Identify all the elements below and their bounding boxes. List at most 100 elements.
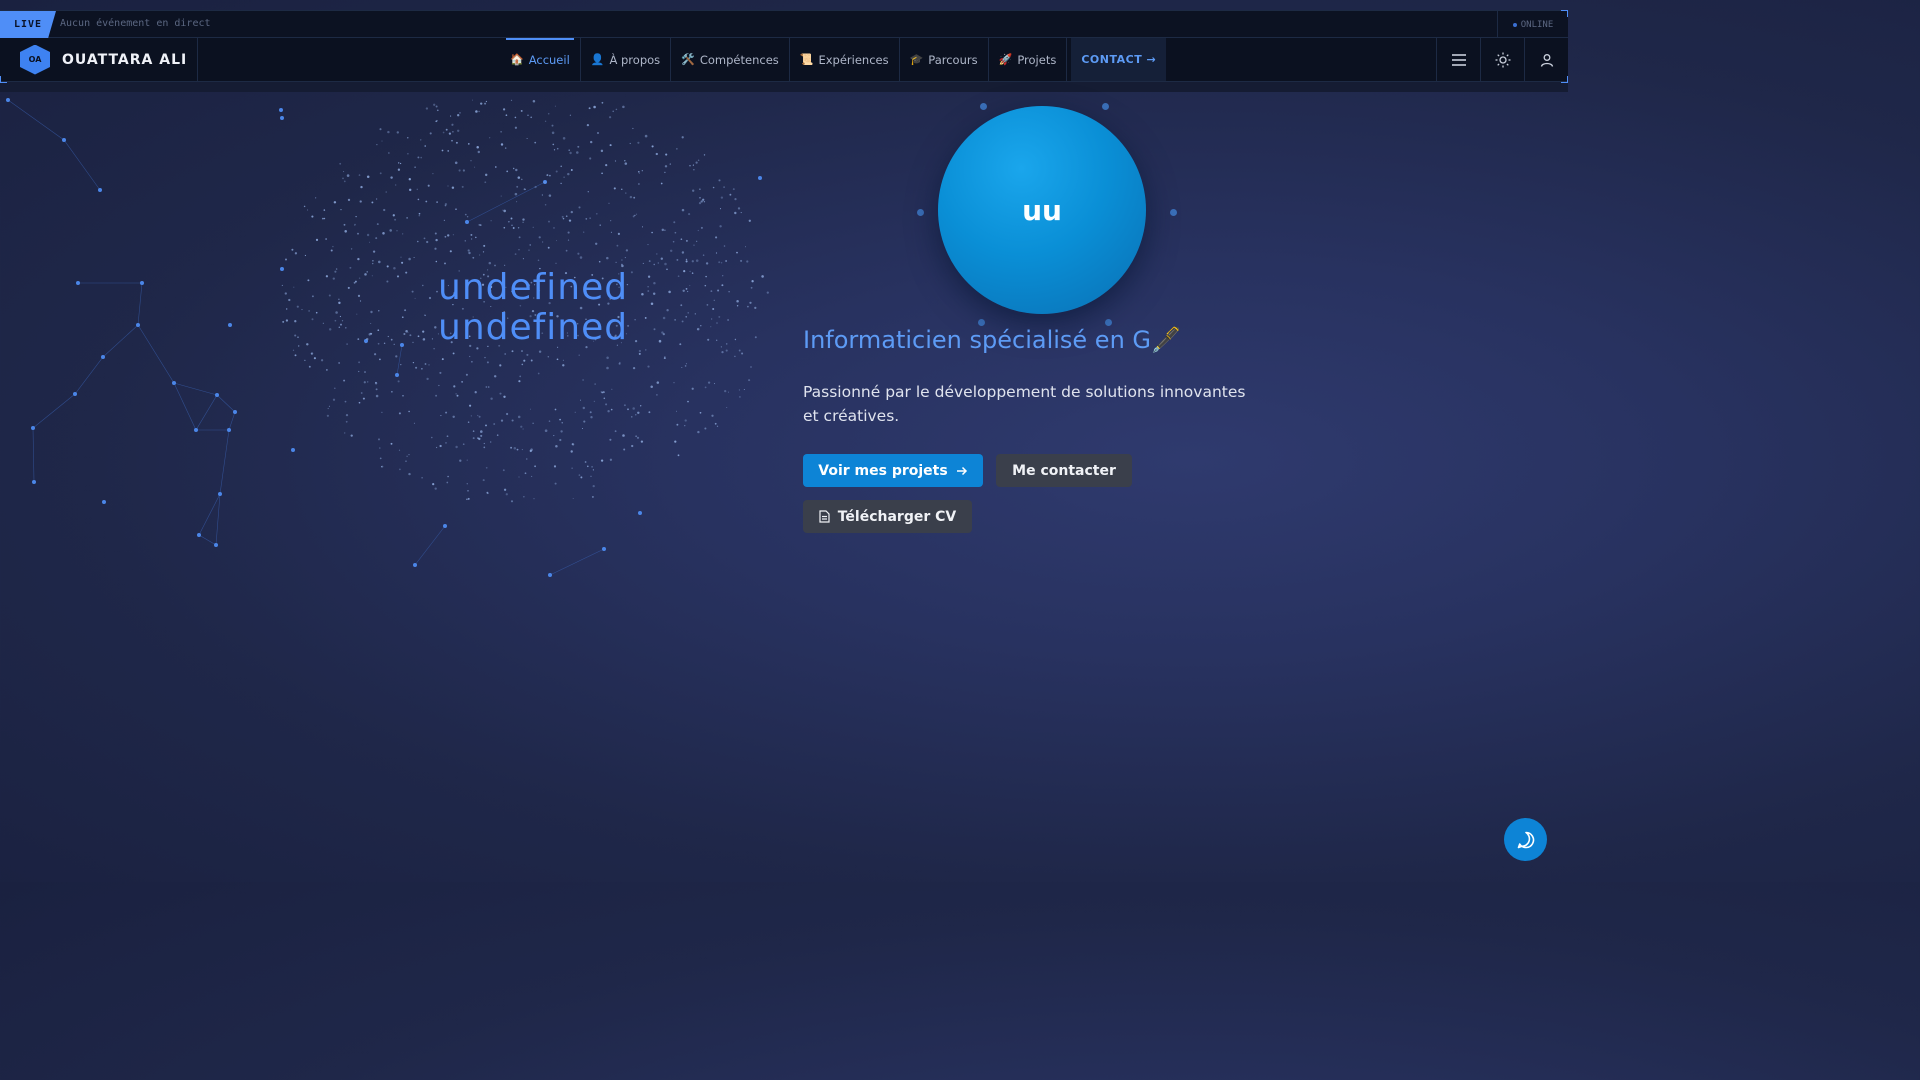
star-particle: [666, 309, 669, 312]
chat-button[interactable]: [1504, 818, 1547, 861]
star-particle: [357, 257, 360, 261]
star-particle: [544, 204, 547, 206]
star-particle: [638, 170, 640, 173]
nav-item-a-propos[interactable]: 👤 À propos: [581, 38, 672, 81]
star-particle: [562, 359, 564, 361]
star-particle: [401, 261, 404, 264]
star-particle: [676, 258, 679, 261]
star-particle: [345, 413, 349, 417]
star-particle: [434, 487, 437, 490]
star-particle: [732, 188, 735, 191]
nav-item-accueil[interactable]: 🏠 Accueil: [500, 38, 581, 81]
star-particle: [365, 342, 367, 344]
star-particle: [371, 275, 373, 277]
network-node: [465, 220, 469, 224]
star-particle: [451, 124, 453, 126]
download-cv-button[interactable]: Télécharger CV: [803, 500, 972, 533]
star-particle: [687, 312, 689, 314]
star-particle: [664, 356, 666, 358]
star-particle: [370, 310, 373, 314]
star-particle: [675, 410, 678, 412]
star-particle: [482, 251, 485, 253]
star-particle: [631, 416, 633, 418]
user-button[interactable]: [1524, 38, 1568, 81]
star-particle: [754, 306, 757, 310]
star-particle: [674, 440, 677, 443]
star-particle: [516, 185, 519, 188]
nav-item-competences[interactable]: 🛠️ Compétences: [671, 38, 790, 81]
star-particle: [345, 327, 347, 329]
star-particle: [315, 311, 318, 314]
star-particle: [633, 196, 636, 199]
star-particle: [695, 161, 698, 164]
network-node: [279, 108, 283, 112]
menu-button[interactable]: [1436, 38, 1480, 81]
theme-toggle-button[interactable]: [1480, 38, 1524, 81]
star-particle: [444, 262, 446, 265]
star-particle: [441, 358, 444, 361]
star-particle: [693, 244, 695, 246]
star-particle: [332, 277, 335, 280]
star-particle: [441, 149, 444, 152]
contact-me-button[interactable]: Me contacter: [996, 454, 1132, 487]
star-particle: [689, 270, 691, 273]
star-particle: [377, 342, 380, 345]
star-particle: [607, 410, 610, 413]
star-particle: [456, 394, 459, 397]
star-particle: [561, 215, 564, 218]
star-particle: [395, 355, 398, 358]
star-particle: [588, 107, 591, 110]
star-particle: [464, 213, 467, 216]
nav-item-experiences[interactable]: 📜 Expériences: [790, 38, 900, 81]
network-node: [233, 410, 237, 414]
nav-item-parcours[interactable]: 🎓 Parcours: [900, 38, 989, 81]
star-particle: [466, 483, 468, 485]
star-particle: [474, 391, 477, 394]
star-particle: [743, 389, 745, 390]
star-particle: [398, 412, 401, 415]
star-particle: [523, 496, 525, 498]
star-particle: [323, 217, 326, 220]
star-particle: [684, 365, 687, 367]
star-particle: [736, 251, 738, 254]
star-particle: [734, 198, 737, 201]
star-particle: [715, 252, 718, 254]
star-particle: [450, 115, 452, 117]
star-particle: [673, 221, 676, 224]
star-particle: [521, 449, 523, 451]
hero-tagline: Passionné par le développement de soluti…: [803, 383, 1246, 425]
star-particle: [285, 319, 289, 322]
star-particle: [725, 343, 728, 345]
star-particle: [455, 208, 457, 211]
nav-item-projets[interactable]: 🚀 Projets: [989, 38, 1068, 81]
contact-button[interactable]: CONTACT →: [1071, 38, 1167, 81]
star-particle: [534, 465, 536, 468]
star-particle: [338, 362, 340, 364]
network-node: [443, 524, 447, 528]
view-projects-button[interactable]: Voir mes projets: [803, 454, 983, 487]
star-particle: [428, 364, 430, 366]
star-particle: [610, 408, 613, 411]
star-particle: [727, 319, 730, 321]
star-particle: [444, 235, 447, 238]
star-particle: [718, 261, 721, 264]
star-particle: [521, 363, 524, 366]
star-particle: [674, 231, 677, 234]
star-particle: [504, 353, 507, 355]
star-particle: [638, 172, 640, 174]
star-particle: [729, 193, 732, 196]
star-particle: [447, 234, 450, 237]
star-particle: [740, 259, 743, 262]
star-particle: [366, 233, 370, 237]
brand[interactable]: OA OUATTARA ALI: [0, 38, 198, 81]
star-particle: [489, 137, 491, 139]
star-particle: [569, 151, 572, 155]
star-particle: [435, 238, 438, 242]
star-particle: [327, 407, 329, 410]
nav-item-label: Accueil: [528, 52, 570, 67]
star-particle: [662, 316, 666, 320]
star-particle: [496, 434, 499, 436]
star-particle: [567, 231, 570, 234]
star-particle: [404, 309, 407, 312]
star-particle: [703, 200, 706, 203]
